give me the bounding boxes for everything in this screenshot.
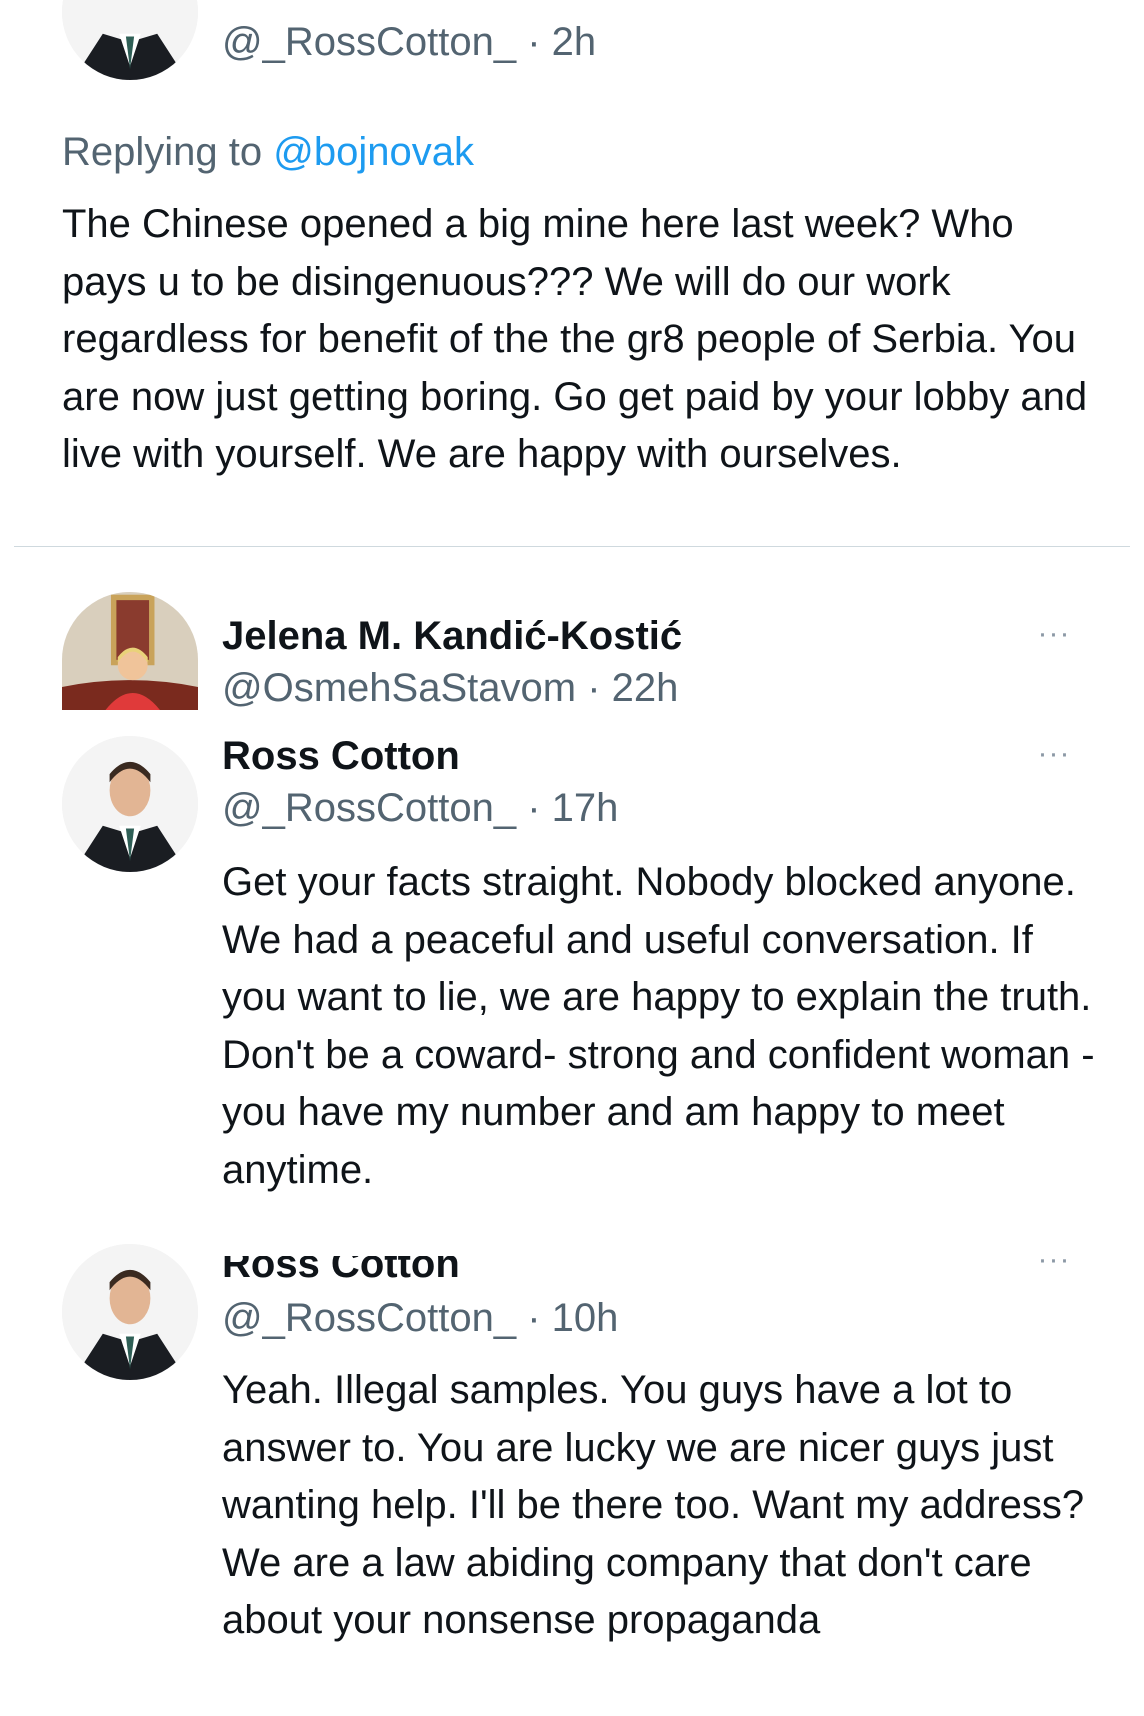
tweet-1-time: · 2h: [527, 20, 597, 64]
tweet-3-text-clip: Get your facts straight. Nobody blocked …: [222, 854, 1102, 1240]
tweet-3-author-name[interactable]: Ross Cotton: [222, 732, 460, 780]
tweet-4-author-name[interactable]: Ross Cotton: [222, 1256, 922, 1288]
tweet-4-time: · 10h: [527, 1296, 619, 1340]
avatar[interactable]: [62, 592, 198, 710]
tweet-4-handle[interactable]: @_RossCotton_: [222, 1296, 516, 1340]
tweet-4-name-clip: Ross Cotton: [222, 1256, 922, 1288]
tweet-2-meta: @OsmehSaStavom · 22h: [222, 664, 678, 712]
replying-to: Replying to @bojnovak: [62, 128, 474, 176]
avatar[interactable]: [62, 736, 198, 872]
tweet-2-author-name[interactable]: Jelena M. Kandić-Kostić: [222, 612, 682, 660]
avatar[interactable]: [62, 0, 198, 80]
avatar-ross-image: [62, 0, 198, 80]
tweet-2-time: · 22h: [587, 666, 679, 710]
replying-to-link[interactable]: @bojnovak: [273, 130, 474, 174]
divider: [14, 546, 1130, 547]
tweet-3-text: Get your facts straight. Nobody blocked …: [222, 860, 1095, 1192]
avatar-ross-image: [62, 736, 198, 872]
tweet-3-meta: @_RossCotton_ · 17h: [222, 784, 618, 832]
more-options-icon[interactable]: ···: [1030, 739, 1078, 769]
replying-to-label: Replying to: [62, 130, 263, 174]
more-options-icon[interactable]: ···: [1030, 619, 1078, 649]
tweet-4-text: Yeah. Illegal samples. You guys have a l…: [222, 1368, 1085, 1642]
more-options-icon[interactable]: ···: [1030, 1245, 1078, 1275]
avatar-jelena-image: [62, 592, 198, 710]
tweet-1-handle[interactable]: @_RossCotton_: [222, 20, 516, 64]
avatar[interactable]: [62, 1244, 198, 1380]
avatar-ross-image: [62, 1244, 198, 1380]
tweet-3-handle[interactable]: @_RossCotton_: [222, 786, 516, 830]
tweet-1-text: The Chinese opened a big mine here last …: [62, 202, 1088, 476]
tweet-1-meta: @_RossCotton_ · 2h: [222, 18, 596, 66]
tweet-4-meta: @_RossCotton_ · 10h: [222, 1294, 618, 1342]
tweet-3-time: · 17h: [527, 786, 619, 830]
tweet-2-handle[interactable]: @OsmehSaStavom: [222, 666, 576, 710]
